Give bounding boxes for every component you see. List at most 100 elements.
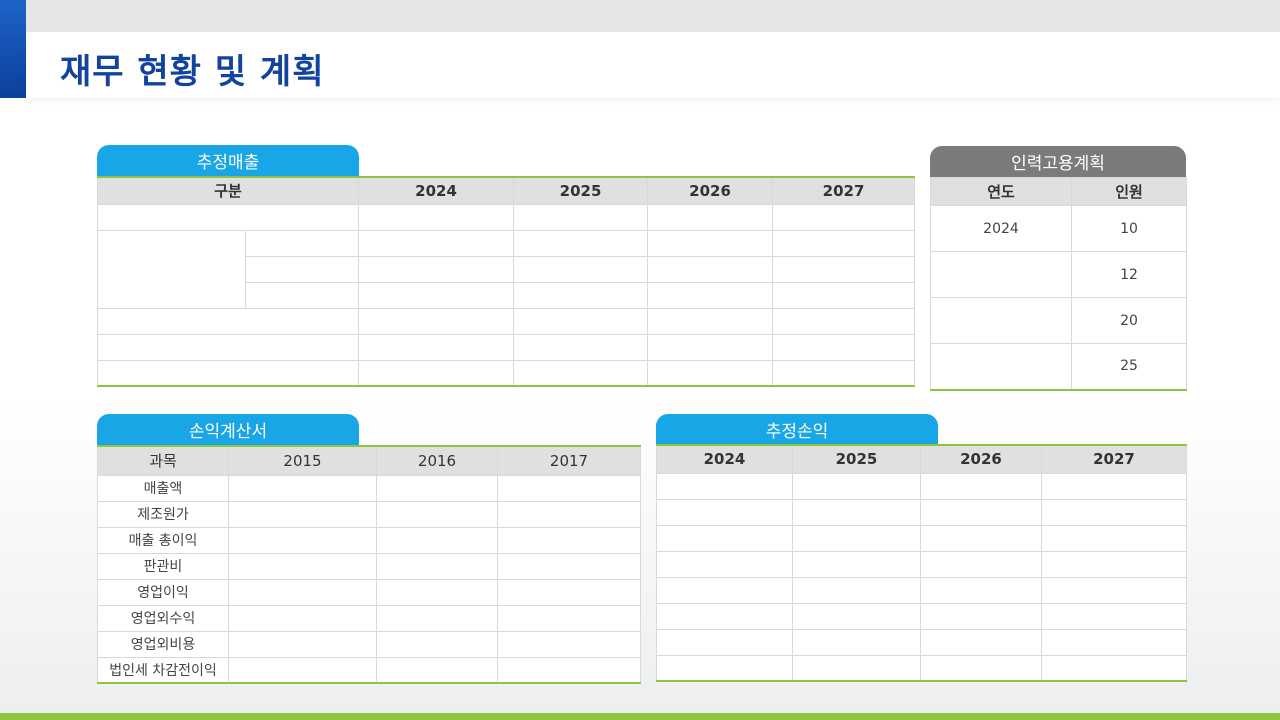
- income-cell[interactable]: [497, 630, 641, 658]
- estimate-cell[interactable]: [792, 576, 921, 604]
- sales-cell[interactable]: [358, 229, 515, 257]
- income-cell[interactable]: [228, 474, 377, 502]
- income-cell[interactable]: [376, 578, 498, 606]
- hiring-people-cell[interactable]: 20: [1071, 297, 1187, 344]
- estimate-cell[interactable]: [1041, 602, 1187, 630]
- sales-cell[interactable]: [647, 203, 774, 231]
- estimate-cell[interactable]: [792, 524, 921, 552]
- estimate-cell[interactable]: [920, 576, 1042, 604]
- sales-cell[interactable]: [513, 255, 649, 283]
- sales-cell[interactable]: [244, 281, 360, 309]
- sales-cell[interactable]: [96, 307, 360, 335]
- estimate-cell[interactable]: [1041, 654, 1187, 682]
- sales-cell[interactable]: [647, 255, 774, 283]
- hiring-year-cell[interactable]: [930, 343, 1072, 390]
- sales-cell[interactable]: [772, 333, 916, 361]
- sales-cell[interactable]: [513, 359, 649, 387]
- hiring-year-cell[interactable]: [930, 251, 1072, 298]
- income-cell[interactable]: [376, 500, 498, 528]
- estimate-cell[interactable]: [792, 628, 921, 656]
- sales-cell[interactable]: [358, 333, 515, 361]
- income-cell[interactable]: [497, 526, 641, 554]
- sales-cell[interactable]: [513, 229, 649, 257]
- sales-cell[interactable]: [358, 359, 515, 387]
- hiring-year-cell[interactable]: 2024: [930, 205, 1072, 252]
- income-cell[interactable]: [497, 474, 641, 502]
- income-cell[interactable]: [376, 630, 498, 658]
- income-cell[interactable]: [497, 656, 641, 684]
- estimate-cell[interactable]: [920, 524, 1042, 552]
- estimate-cell[interactable]: [656, 628, 793, 656]
- estimate-cell[interactable]: [1041, 524, 1187, 552]
- estimate-cell[interactable]: [792, 550, 921, 578]
- estimate-cell[interactable]: [1041, 550, 1187, 578]
- income-cell[interactable]: [376, 474, 498, 502]
- sales-cell[interactable]: [244, 229, 360, 257]
- sales-cell[interactable]: [647, 359, 774, 387]
- income-cell[interactable]: [376, 552, 498, 580]
- income-cell[interactable]: [228, 552, 377, 580]
- sales-cell[interactable]: [96, 203, 360, 231]
- income-cell[interactable]: [228, 500, 377, 528]
- sales-cell[interactable]: [647, 307, 774, 335]
- income-cell[interactable]: [228, 656, 377, 684]
- hiring-people-cell[interactable]: 12: [1071, 251, 1187, 298]
- sales-cell[interactable]: [96, 359, 360, 387]
- estimate-cell[interactable]: [1041, 628, 1187, 656]
- sales-cell[interactable]: [97, 229, 246, 309]
- estimate-cell[interactable]: [656, 654, 793, 682]
- sales-cell[interactable]: [513, 307, 649, 335]
- income-cell[interactable]: [497, 500, 641, 528]
- estimate-cell[interactable]: [656, 602, 793, 630]
- income-cell[interactable]: [228, 630, 377, 658]
- income-cell[interactable]: [497, 604, 641, 632]
- sales-cell[interactable]: [772, 281, 916, 309]
- estimate-cell[interactable]: [920, 602, 1042, 630]
- estimate-cell[interactable]: [920, 550, 1042, 578]
- sales-cell[interactable]: [358, 307, 515, 335]
- sales-cell[interactable]: [772, 359, 916, 387]
- income-cell[interactable]: [228, 526, 377, 554]
- sales-cell[interactable]: [358, 281, 515, 309]
- estimate-cell[interactable]: [920, 498, 1042, 526]
- sales-cell[interactable]: [772, 307, 916, 335]
- income-cell[interactable]: [376, 604, 498, 632]
- sales-cell[interactable]: [513, 281, 649, 309]
- sales-cell[interactable]: [647, 229, 774, 257]
- sales-cell[interactable]: [647, 333, 774, 361]
- sales-cell[interactable]: [772, 229, 916, 257]
- hiring-people-cell[interactable]: 10: [1071, 205, 1187, 252]
- income-cell[interactable]: [497, 578, 641, 606]
- hiring-people-cell[interactable]: 25: [1071, 343, 1187, 390]
- estimate-cell[interactable]: [1041, 498, 1187, 526]
- sales-cell[interactable]: [772, 203, 916, 231]
- sales-cell[interactable]: [772, 255, 916, 283]
- estimate-cell[interactable]: [792, 654, 921, 682]
- income-cell[interactable]: [228, 604, 377, 632]
- estimate-cell[interactable]: [656, 498, 793, 526]
- estimate-cell[interactable]: [920, 472, 1042, 500]
- estimate-cell[interactable]: [792, 602, 921, 630]
- sales-cell[interactable]: [244, 255, 360, 283]
- estimate-cell[interactable]: [792, 498, 921, 526]
- sales-cell[interactable]: [647, 281, 774, 309]
- sales-cell[interactable]: [513, 333, 649, 361]
- estimate-cell[interactable]: [1041, 472, 1187, 500]
- estimate-cell[interactable]: [656, 550, 793, 578]
- estimate-cell[interactable]: [920, 628, 1042, 656]
- sales-cell[interactable]: [513, 203, 649, 231]
- income-cell[interactable]: [497, 552, 641, 580]
- estimate-cell[interactable]: [656, 472, 793, 500]
- estimate-cell[interactable]: [920, 654, 1042, 682]
- income-cell[interactable]: [376, 656, 498, 684]
- estimate-cell[interactable]: [792, 472, 921, 500]
- income-cell[interactable]: [228, 578, 377, 606]
- sales-cell[interactable]: [358, 203, 515, 231]
- income-cell[interactable]: [376, 526, 498, 554]
- sales-cell[interactable]: [96, 333, 360, 361]
- estimate-cell[interactable]: [656, 576, 793, 604]
- estimate-cell[interactable]: [1041, 576, 1187, 604]
- sales-cell[interactable]: [358, 255, 515, 283]
- hiring-year-cell[interactable]: [930, 297, 1072, 344]
- estimate-cell[interactable]: [656, 524, 793, 552]
